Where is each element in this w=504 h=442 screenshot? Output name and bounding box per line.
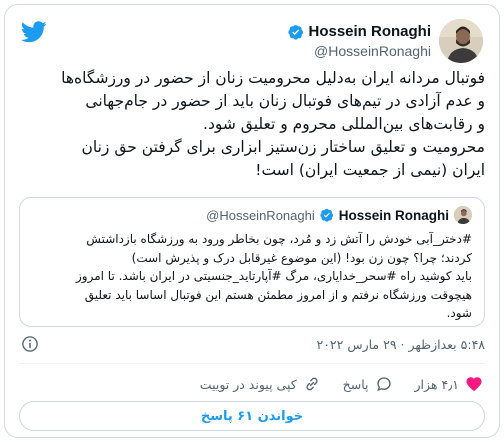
- quote-line: شود.: [446, 306, 472, 320]
- divider: [19, 363, 485, 364]
- quote-line: کردند؛ چرا؟ چون زن بود! (این موضوع غیرقا…: [131, 250, 472, 265]
- author-info[interactable]: Hossein Ronaghi @HosseinRonaghi: [288, 23, 431, 59]
- verified-badge-icon: [288, 24, 304, 40]
- copy-link-button[interactable]: کپی پیوند در توییت: [200, 375, 321, 393]
- avatar[interactable]: [439, 19, 483, 63]
- read-replies-button[interactable]: خواندن ۶۱ پاسخ: [19, 401, 485, 431]
- timestamp[interactable]: ۵:۴۸ بعدازظهر · ۲۹ مارس ۲۰۲۲: [317, 337, 486, 352]
- link-icon: [306, 377, 318, 391]
- tweet-header: Hossein Ronaghi @HosseinRonaghi: [5, 13, 499, 63]
- quoted-tweet[interactable]: @HosseinRonaghi Hossein Ronaghi #دختر_آب…: [19, 197, 485, 327]
- tweet-line: ایران (نیمی از جمعیت ایران) است!: [255, 161, 485, 179]
- tweet-line: و عدم آزادی در تیم‌های فوتبال زنان باید …: [85, 92, 485, 110]
- action-bar: ۴٫۱ هزار پاسخ کپی پیوند در توییت: [21, 373, 483, 395]
- copy-link-label: کپی پیوند در توییت: [199, 376, 297, 392]
- quote-line: #دختر_آبی خودش را آتش زد و مُرد، چون بخا…: [86, 232, 472, 246]
- tweet-meta: ۵:۴۸ بعدازظهر · ۲۹ مارس ۲۰۲۲: [19, 335, 485, 355]
- reply-button[interactable]: پاسخ: [343, 375, 393, 393]
- tweet-text: فوتبال مردانه ایران به‌دلیل محرومیت زنان…: [19, 67, 485, 182]
- like-count: ۴٫۱ هزار: [414, 376, 459, 392]
- quote-name: Hossein Ronaghi: [338, 207, 449, 223]
- tweet-line: فوتبال مردانه ایران به‌دلیل محرومیت زنان…: [61, 69, 485, 87]
- quote-line: باید کوشید راه #سحر_خدایاری، مرگ #آپارتا…: [76, 269, 472, 283]
- twitter-bird-icon[interactable]: [21, 21, 47, 43]
- reply-bubble-icon: [376, 377, 391, 392]
- tweet-card: Hossein Ronaghi @HosseinRonaghi فوتبال م…: [4, 4, 500, 438]
- reply-label: پاسخ: [342, 376, 369, 392]
- heart-icon: [466, 377, 482, 392]
- author-name: Hossein Ronaghi: [308, 23, 431, 40]
- tweet-line: و رقابت‌های بین‌المللی محروم و تعلیق شود…: [203, 115, 485, 133]
- info-icon[interactable]: [21, 335, 39, 353]
- quote-text: #دختر_آبی خودش را آتش زد و مُرد، چون بخا…: [32, 230, 472, 323]
- avatar-image: [439, 19, 483, 63]
- quote-author: @HosseinRonaghi Hossein Ronaghi: [206, 206, 472, 224]
- author-handle: @HosseinRonaghi: [314, 43, 431, 59]
- tweet-line: محرومیت و تعلیق ساختار زن‌ستیز ابزاری بر…: [81, 138, 485, 156]
- quote-handle: @HosseinRonaghi: [206, 207, 315, 223]
- verified-badge-icon: [320, 208, 333, 222]
- quote-line: هیچوقت ورزشگاه نرفتم و از امروز مطمئن هس…: [84, 287, 472, 302]
- quote-avatar: [454, 206, 472, 224]
- like-button[interactable]: ۴٫۱ هزار: [415, 375, 483, 393]
